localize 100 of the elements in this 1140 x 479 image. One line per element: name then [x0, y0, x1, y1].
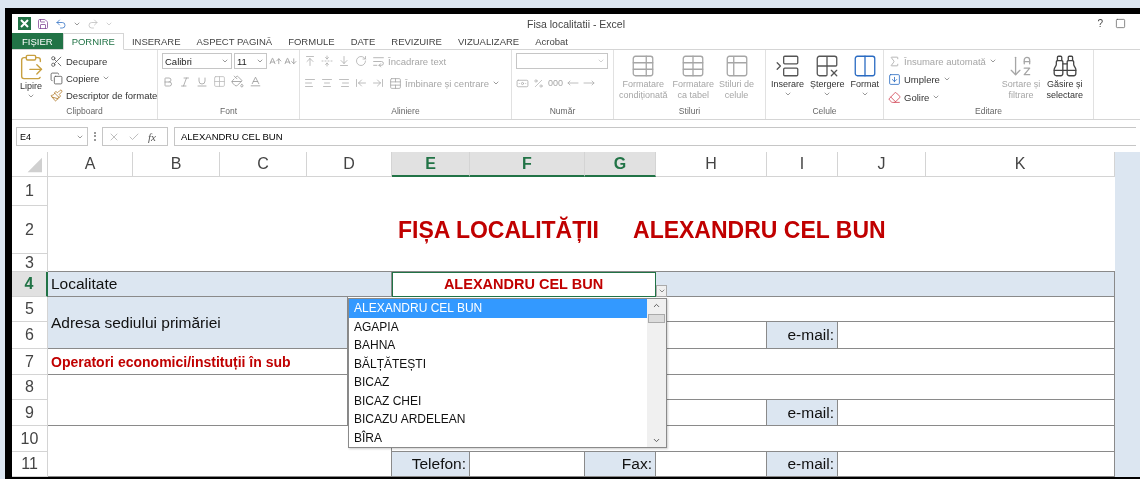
- font-size-field[interactable]: 11: [234, 53, 267, 69]
- ribbon-tab[interactable]: FIȘIER: [12, 33, 63, 49]
- ribbon-button[interactable]: Umplere: [888, 71, 997, 87]
- scrollbar[interactable]: [647, 299, 666, 447]
- ribbon-tab[interactable]: FORMULE: [280, 33, 343, 49]
- column-header[interactable]: C: [220, 152, 307, 177]
- number-format-field[interactable]: [516, 53, 608, 69]
- formula-field[interactable]: ALEXANDRU CEL BUN: [174, 127, 1136, 146]
- dropdown-button[interactable]: [656, 285, 667, 297]
- row-header[interactable]: 5: [12, 297, 48, 322]
- ribbon-button[interactable]: Golire: [888, 89, 997, 105]
- ribbon-button[interactable]: Găsire și selectare: [1045, 53, 1084, 101]
- decrease-indent-icon[interactable]: [355, 77, 367, 89]
- row-header[interactable]: 6: [12, 322, 48, 349]
- caret-icon: [102, 74, 111, 82]
- scroll-thumb[interactable]: [648, 314, 665, 323]
- ribbon-tab[interactable]: DATE: [342, 33, 384, 49]
- orientation-icon[interactable]: [355, 55, 367, 67]
- ribbon-button[interactable]: Decupare: [50, 53, 158, 69]
- align-bottom-icon[interactable]: [338, 55, 350, 67]
- bold-icon[interactable]: [162, 75, 174, 88]
- align-center-icon[interactable]: [321, 77, 333, 89]
- caret-icon: [597, 57, 605, 65]
- row-header[interactable]: 10: [12, 426, 48, 452]
- table-cell[interactable]: Operatori economici/instituții în sub: [48, 349, 348, 375]
- column-header[interactable]: D: [307, 152, 392, 177]
- column-header[interactable]: B: [133, 152, 220, 177]
- merge-icon: [389, 76, 402, 90]
- group-label: Număr: [548, 106, 577, 118]
- restore-icon[interactable]: [1115, 18, 1126, 29]
- font-name-field[interactable]: Calibri: [162, 53, 232, 69]
- row-header[interactable]: 9: [12, 400, 48, 426]
- ribbon-button[interactable]: Lipire: [16, 53, 46, 100]
- scroll-up-icon[interactable]: [652, 301, 661, 310]
- column-header[interactable]: J: [838, 152, 926, 177]
- ribbon-button[interactable]: Descriptor de formate: [50, 87, 158, 103]
- row-header[interactable]: 8: [12, 375, 48, 400]
- table-cell[interactable]: Telefon:: [392, 452, 470, 477]
- column-header[interactable]: G: [585, 152, 656, 177]
- italic-icon[interactable]: [179, 75, 191, 88]
- caret-icon: [988, 57, 997, 65]
- table-cell[interactable]: Adresa sediului primăriei: [48, 297, 348, 349]
- help-button[interactable]: ?: [1097, 18, 1103, 29]
- borders-icon[interactable]: [213, 75, 226, 88]
- ribbon-button[interactable]: Ștergere: [809, 53, 846, 98]
- column-header[interactable]: K: [926, 152, 1115, 177]
- ribbon-button[interactable]: Copiere: [50, 70, 158, 86]
- table-cell[interactable]: e-mail:: [767, 322, 838, 349]
- percent-icon[interactable]: [533, 77, 544, 89]
- ribbon-tab[interactable]: VIZUALIZARE: [449, 33, 528, 49]
- font-color-icon[interactable]: [249, 75, 262, 88]
- name-box[interactable]: E4: [16, 127, 88, 146]
- group-label: Celule: [811, 106, 838, 118]
- insert-function-button[interactable]: fx: [148, 130, 156, 143]
- caret-icon: [823, 90, 832, 98]
- underline-icon[interactable]: [196, 75, 208, 88]
- caret-icon: [932, 93, 941, 101]
- align-left-icon[interactable]: [304, 77, 316, 89]
- ribbon-tab[interactable]: Acrobat: [527, 33, 576, 49]
- row-header[interactable]: 7: [12, 349, 48, 375]
- align-middle-icon[interactable]: [321, 55, 333, 67]
- column-header[interactable]: F: [470, 152, 585, 177]
- group-label: Editare: [974, 106, 1003, 118]
- align-top-icon[interactable]: [304, 55, 316, 67]
- ribbon-button[interactable]: Format: [849, 53, 881, 98]
- scroll-down-icon[interactable]: [652, 436, 661, 445]
- ribbon-tab[interactable]: ASPECT PAGINĂ: [188, 33, 281, 49]
- align-right-icon[interactable]: [338, 77, 350, 89]
- app-icon[interactable]: [18, 17, 31, 30]
- ribbon-tab[interactable]: PORNIRE: [62, 33, 124, 50]
- paintbrush-icon: [50, 88, 63, 102]
- group-label: Font: [219, 106, 238, 118]
- fill-color-icon[interactable]: [231, 75, 244, 88]
- caret-icon: [860, 90, 869, 98]
- ribbon-tab[interactable]: INSERARE: [123, 33, 189, 49]
- sigma-icon: [888, 54, 901, 68]
- column-header[interactable]: E: [392, 152, 470, 177]
- row-header[interactable]: 4: [12, 272, 48, 297]
- table-cell[interactable]: e-mail:: [767, 400, 838, 426]
- table-cell[interactable]: e-mail:: [767, 452, 838, 477]
- increase-indent-icon[interactable]: [372, 77, 384, 89]
- table-cell[interactable]: Localitate: [48, 272, 392, 297]
- undo-icon[interactable]: [55, 17, 67, 30]
- ribbon-button[interactable]: Inserare: [770, 53, 806, 98]
- insert-cells-icon: [774, 53, 801, 79]
- caret-icon: [783, 90, 792, 98]
- column-header[interactable]: A: [48, 152, 133, 177]
- redo-icon[interactable]: [87, 17, 99, 30]
- table-cell[interactable]: Fax:: [585, 452, 656, 477]
- save-icon[interactable]: [37, 17, 49, 30]
- table-cell[interactable]: ALEXANDRU CEL BUN: [392, 272, 656, 297]
- sheet-title: FIȘA LOCALITĂȚII: [398, 216, 599, 244]
- row-header[interactable]: 3: [12, 254, 48, 272]
- column-header[interactable]: I: [767, 152, 838, 177]
- window-title: Fisa localitatii - Excel: [527, 17, 625, 30]
- column-header[interactable]: H: [656, 152, 767, 177]
- ribbon-tab[interactable]: REVIZUIRE: [383, 33, 450, 49]
- row-header[interactable]: 11: [12, 452, 48, 477]
- row-header[interactable]: 1: [12, 177, 48, 206]
- row-header[interactable]: 2: [12, 206, 48, 254]
